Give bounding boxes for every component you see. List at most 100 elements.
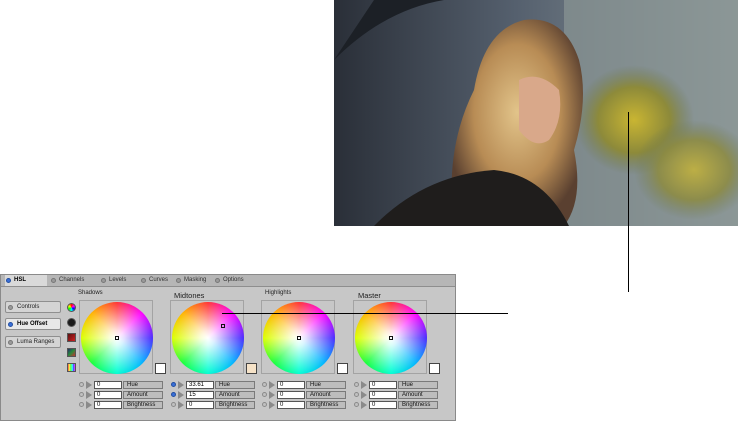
tab-label: HSL	[14, 277, 26, 283]
play-arrow-icon[interactable]	[86, 401, 92, 409]
play-arrow-icon[interactable]	[178, 381, 184, 389]
shadows-hue-field[interactable]: 0	[94, 381, 122, 389]
highlights-wheel-box	[261, 300, 335, 374]
shadows-wheel-handle[interactable]	[115, 336, 119, 340]
spectrum-swatch-icon[interactable]	[67, 363, 76, 372]
highlights-hue-row: 0 Hue	[262, 381, 352, 389]
keyframe-led[interactable]	[354, 402, 359, 407]
tab-radio-icon	[215, 278, 220, 283]
midtones-hue-row: 33.61 Hue	[171, 381, 261, 389]
shadows-label: Shadows	[78, 290, 103, 296]
tab-radio-icon	[176, 278, 181, 283]
master-wheel-handle[interactable]	[389, 336, 393, 340]
shadows-brightness-field[interactable]: 0	[94, 401, 122, 409]
play-arrow-icon[interactable]	[361, 391, 367, 399]
keyframe-led[interactable]	[262, 392, 267, 397]
midtones-wheel-box	[170, 300, 244, 374]
tab-radio-icon	[51, 278, 56, 283]
keyframe-led[interactable]	[79, 402, 84, 407]
play-arrow-icon[interactable]	[86, 381, 92, 389]
midtones-wheel-handle[interactable]	[221, 324, 225, 328]
highlights-amount-row: 0 Amount	[262, 391, 352, 399]
shadows-amount-field[interactable]: 0	[94, 391, 122, 399]
red-swatch-icon[interactable]	[67, 333, 76, 342]
play-arrow-icon[interactable]	[178, 401, 184, 409]
brightness-label: Brightness	[398, 401, 438, 409]
button-label: Controls	[17, 304, 40, 310]
tab-label: Masking	[184, 277, 207, 283]
master-brightness-field[interactable]: 0	[369, 401, 397, 409]
keyframe-led[interactable]	[171, 402, 176, 407]
hue-label: Hue	[398, 381, 438, 389]
keyframe-led[interactable]	[262, 402, 267, 407]
shadows-wheel-box	[79, 300, 153, 374]
master-amount-field[interactable]: 0	[369, 391, 397, 399]
master-brightness-row: 0 Brightness	[354, 401, 444, 409]
color-corrector-panel: HSL Channels Levels Curves Masking Optio…	[0, 274, 456, 421]
callout-line-horizontal	[222, 313, 508, 314]
midtones-amount-field[interactable]: 15	[186, 391, 214, 399]
highlights-amount-field[interactable]: 0	[277, 391, 305, 399]
shadows-color-swatch	[155, 363, 166, 374]
shadows-brightness-row: 0 Brightness	[79, 401, 169, 409]
hue-label: Hue	[215, 381, 255, 389]
tab-label: Curves	[149, 277, 169, 283]
highlights-wheel-handle[interactable]	[297, 336, 301, 340]
controls-button[interactable]: Controls	[5, 301, 61, 313]
keyframe-led[interactable]	[79, 392, 84, 397]
master-color-swatch	[429, 363, 440, 374]
color-wheel-icon[interactable]	[67, 303, 76, 312]
hue-label: Hue	[306, 381, 346, 389]
hue-label: Hue	[123, 381, 163, 389]
midtones-color-swatch	[246, 363, 257, 374]
highlights-brightness-row: 0 Brightness	[262, 401, 352, 409]
master-hue-field[interactable]: 0	[369, 381, 397, 389]
keyframe-led[interactable]	[354, 392, 359, 397]
tab-label: Levels	[109, 277, 127, 283]
master-wheel-box	[353, 300, 427, 374]
tab-levels[interactable]: Levels	[100, 275, 138, 286]
tab-hsl[interactable]: HSL	[5, 275, 47, 286]
midtones-hue-field[interactable]: 33.61	[186, 381, 214, 389]
amount-label: Amount	[215, 391, 255, 399]
tab-curves[interactable]: Curves	[140, 275, 178, 286]
tab-channels[interactable]: Channels	[50, 275, 96, 286]
shadows-hue-row: 0 Hue	[79, 381, 169, 389]
gradient-swatch-icon[interactable]	[67, 348, 76, 357]
hue-offset-button[interactable]: Hue Offset	[5, 318, 61, 330]
play-arrow-icon[interactable]	[269, 381, 275, 389]
play-arrow-icon[interactable]	[361, 401, 367, 409]
master-amount-row: 0 Amount	[354, 391, 444, 399]
tab-bar: HSL Channels Levels Curves Masking Optio…	[1, 275, 455, 287]
tab-label: Options	[223, 277, 244, 283]
midtones-label: Midtones	[174, 291, 205, 300]
highlights-brightness-field[interactable]: 0	[277, 401, 305, 409]
highlights-label: Highlights	[265, 290, 292, 296]
midtones-brightness-field[interactable]: 0	[186, 401, 214, 409]
shadows-color-wheel[interactable]	[81, 302, 153, 374]
keyframe-led[interactable]	[171, 392, 176, 397]
highlights-color-swatch	[337, 363, 348, 374]
keyframe-led[interactable]	[171, 382, 176, 387]
tab-radio-icon	[101, 278, 106, 283]
tab-masking[interactable]: Masking	[175, 275, 217, 286]
amount-label: Amount	[398, 391, 438, 399]
luma-ranges-button[interactable]: Luma Ranges	[5, 336, 61, 348]
tab-radio-icon	[6, 278, 11, 283]
keyframe-led[interactable]	[79, 382, 84, 387]
highlights-hue-field[interactable]: 0	[277, 381, 305, 389]
callout-line-vertical	[628, 112, 629, 292]
keyframe-led[interactable]	[354, 382, 359, 387]
tab-label: Channels	[59, 277, 85, 283]
tab-radio-icon	[141, 278, 146, 283]
video-frame-image	[334, 0, 738, 226]
play-arrow-icon[interactable]	[269, 401, 275, 409]
amount-label: Amount	[123, 391, 163, 399]
play-arrow-icon[interactable]	[269, 391, 275, 399]
keyframe-led[interactable]	[262, 382, 267, 387]
play-arrow-icon[interactable]	[86, 391, 92, 399]
play-arrow-icon[interactable]	[178, 391, 184, 399]
dark-circle-icon[interactable]	[67, 318, 76, 327]
tab-options[interactable]: Options	[214, 275, 254, 286]
play-arrow-icon[interactable]	[361, 381, 367, 389]
